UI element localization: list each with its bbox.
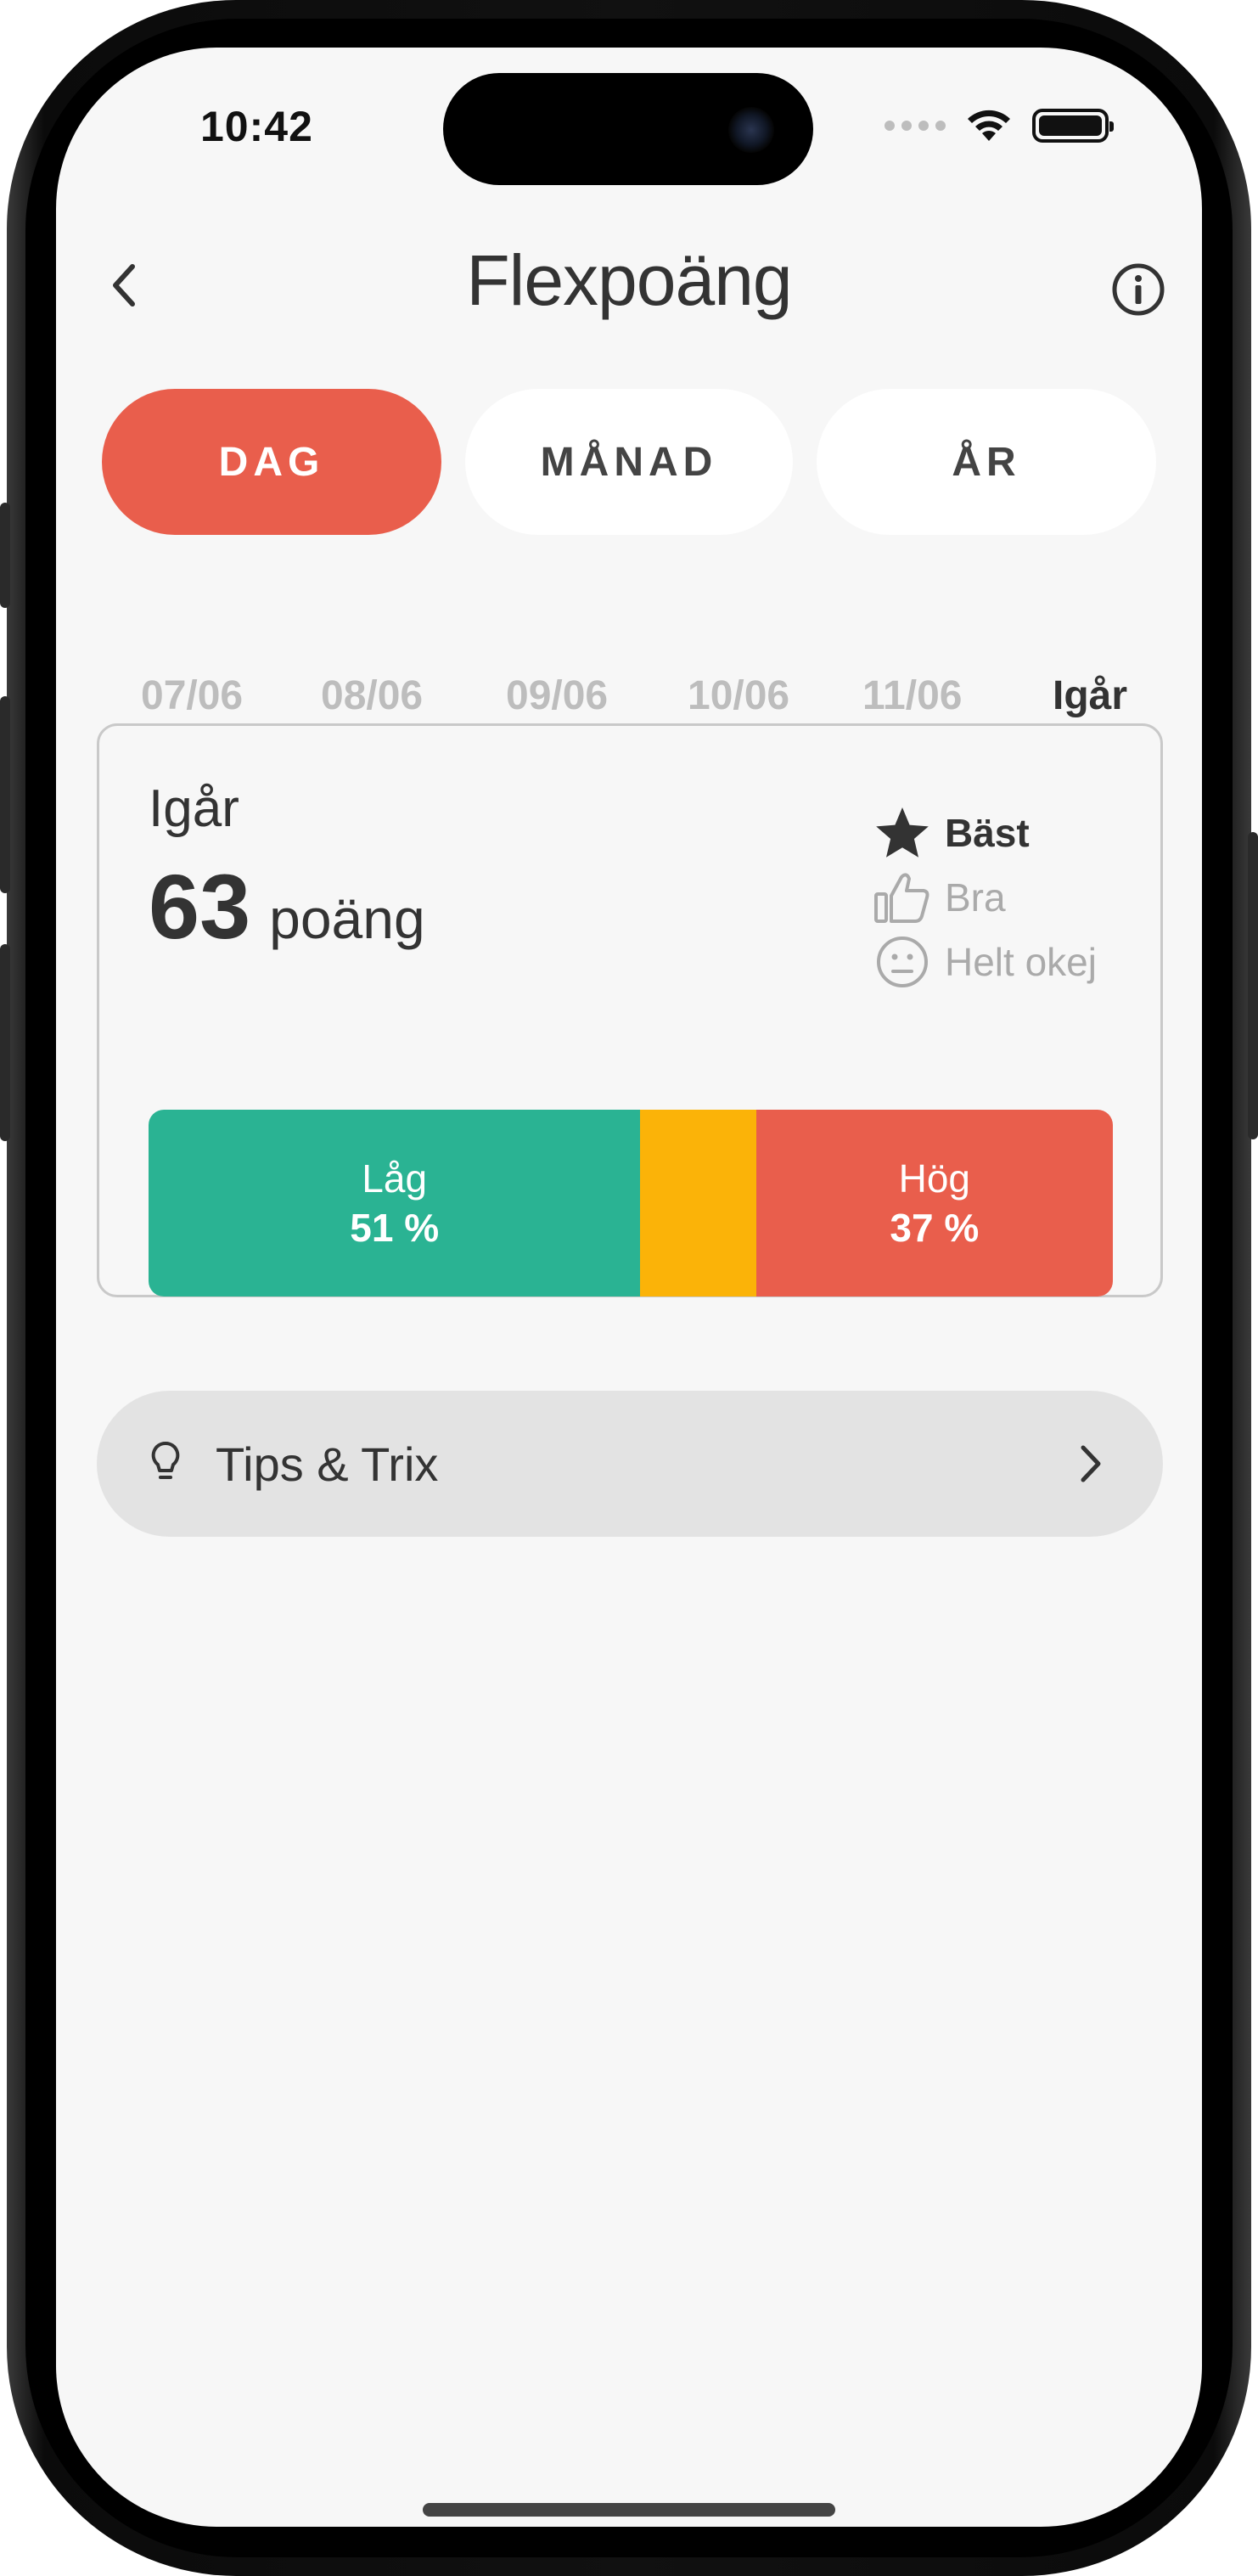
date-item-selected[interactable]: Igår [1053, 672, 1127, 719]
score-card: Igår 63 poäng Bäst Bra Helt okej Låg 51 … [97, 723, 1163, 1297]
cellular-signal-icon [885, 121, 946, 131]
distribution-segment-low: Låg 51 % [149, 1110, 641, 1296]
tab-month[interactable]: MÅNAD [465, 389, 793, 535]
segment-label: Låg [362, 1156, 428, 1201]
rating-legend: Bäst Bra Helt okej [872, 801, 1097, 994]
volume-up-button [0, 696, 10, 893]
date-item[interactable]: 10/06 [688, 672, 789, 719]
legend-item-good: Bra [872, 865, 1097, 930]
tab-day[interactable]: DAG [102, 389, 441, 535]
thumbs-up-icon [872, 867, 933, 928]
segment-label: Hög [898, 1156, 971, 1201]
date-item[interactable]: 09/06 [506, 672, 608, 719]
star-icon [872, 802, 933, 863]
score-day-label: Igår [149, 779, 239, 838]
date-item[interactable]: 07/06 [141, 672, 243, 719]
wifi-icon [968, 110, 1010, 141]
score-value: 63 poäng [149, 853, 425, 959]
dynamic-island [443, 73, 813, 185]
info-circle-icon [1112, 263, 1165, 316]
app-screen: 10:42 Flexpoäng DAG MÅNAD ÅR 07/06 08/06… [56, 48, 1202, 2527]
chevron-right-icon [1070, 1438, 1112, 1489]
distribution-segment-mid [640, 1110, 756, 1296]
legend-item-best: Bäst [872, 801, 1097, 865]
segment-percent: 37 % [890, 1206, 980, 1250]
tips-button[interactable]: Tips & Trix [97, 1391, 1163, 1537]
score-number: 63 [149, 855, 251, 958]
legend-label: Bra [945, 875, 1006, 920]
power-button [1248, 832, 1258, 1139]
status-indicators [885, 107, 1114, 144]
tips-label: Tips & Trix [216, 1437, 439, 1491]
tab-year[interactable]: ÅR [817, 389, 1156, 535]
lightbulb-icon [144, 1438, 187, 1489]
date-item[interactable]: 11/06 [862, 672, 962, 719]
action-button [0, 503, 10, 608]
info-button[interactable] [1109, 260, 1168, 319]
legend-label: Bäst [945, 811, 1030, 855]
period-tabs: DAG MÅNAD ÅR [102, 389, 1156, 535]
volume-down-button [0, 944, 10, 1141]
tab-day-label: DAG [218, 439, 325, 485]
neutral-face-icon [872, 931, 933, 993]
legend-item-ok: Helt okej [872, 930, 1097, 994]
segment-percent: 51 % [350, 1206, 440, 1250]
distribution-bar: Låg 51 % Hög 37 % [149, 1110, 1113, 1296]
legend-label: Helt okej [945, 940, 1097, 984]
date-item[interactable]: 08/06 [321, 672, 423, 719]
page-title: Flexpoäng [466, 240, 792, 320]
distribution-segment-high: Hög 37 % [755, 1110, 1113, 1296]
status-time: 10:42 [200, 103, 313, 150]
front-camera [728, 107, 774, 153]
home-indicator [423, 2503, 835, 2517]
battery-icon [1032, 109, 1114, 143]
date-selector: 07/06 08/06 09/06 10/06 11/06 Igår [141, 672, 1202, 723]
tab-month-label: MÅNAD [540, 439, 718, 485]
tab-year-label: ÅR [952, 439, 1021, 485]
score-unit: poäng [269, 887, 425, 950]
